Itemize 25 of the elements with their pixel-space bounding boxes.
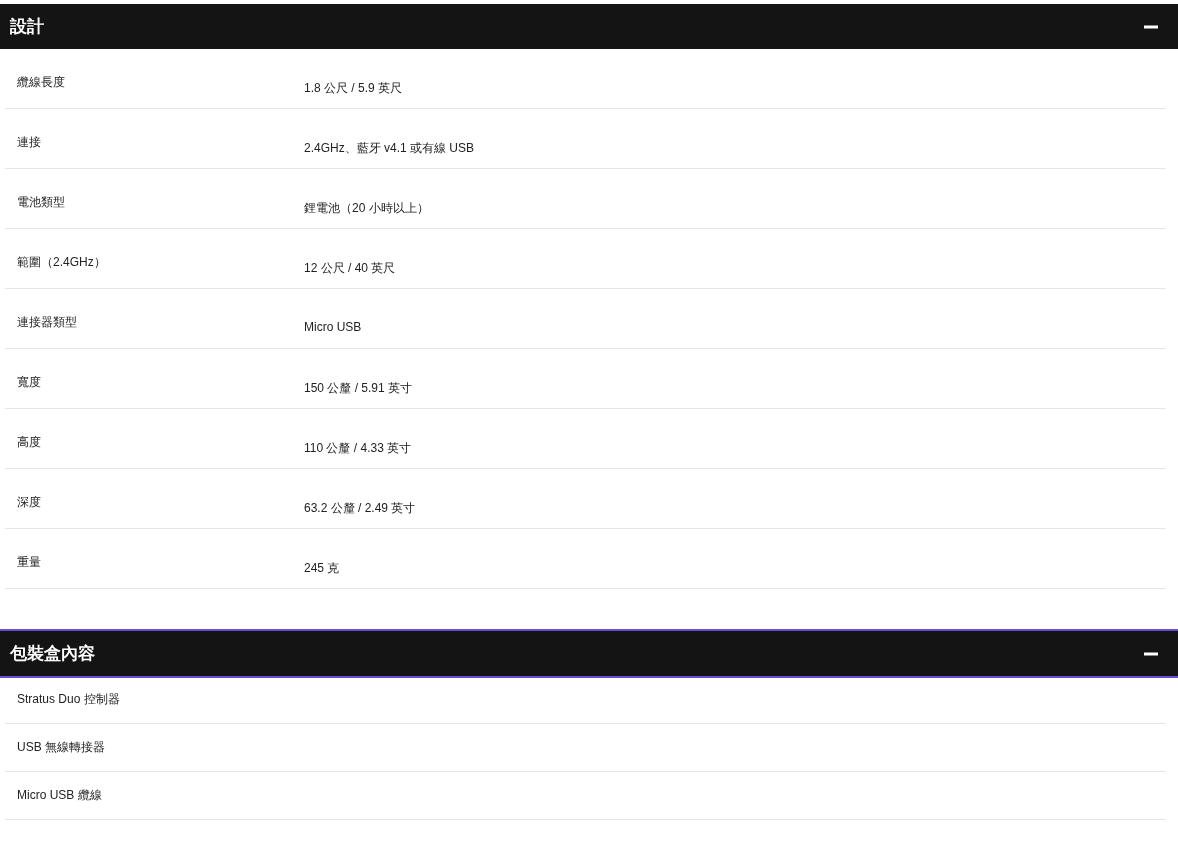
spec-value: 2.4GHz、藍牙 v4.1 或有線 USB (304, 140, 476, 157)
section-header[interactable]: 包裝盒內容 (0, 631, 1178, 676)
spec-label: 高度 (16, 434, 42, 451)
spec-label: 連接器類型 (16, 314, 78, 331)
box-content-item: Stratus Duo 控制器 (17, 691, 120, 708)
section-header[interactable]: 設計 (0, 4, 1178, 49)
spec-label: 範圍（2.4GHz） (16, 254, 107, 271)
spec-label: 電池類型 (16, 194, 66, 211)
spec-value: 鋰電池（20 小時以上） (304, 200, 430, 217)
spec-value: 150 公釐 / 5.91 英寸 (304, 380, 414, 397)
box-content-item: Micro USB 纜線 (17, 787, 102, 804)
spec-label: 纜線長度 (16, 74, 66, 91)
spec-value: 12 公尺 / 40 英尺 (304, 260, 397, 277)
minus-icon (1144, 651, 1158, 656)
box-content-item: USB 無線轉接器 (17, 739, 105, 756)
spec-value: 1.8 公尺 / 5.9 英尺 (304, 80, 404, 97)
spec-label: 寬度 (16, 374, 42, 391)
spec-value: Micro USB (304, 319, 363, 334)
spec-label: 連接 (16, 134, 42, 151)
spec-label: 深度 (16, 494, 42, 511)
minus-icon (1144, 24, 1158, 29)
spec-value: 245 克 (304, 560, 341, 577)
spec-label: 重量 (16, 554, 42, 571)
spec-value: 110 公釐 / 4.33 英寸 (304, 440, 413, 457)
spec-value: 63.2 公釐 / 2.49 英寸 (304, 500, 417, 517)
